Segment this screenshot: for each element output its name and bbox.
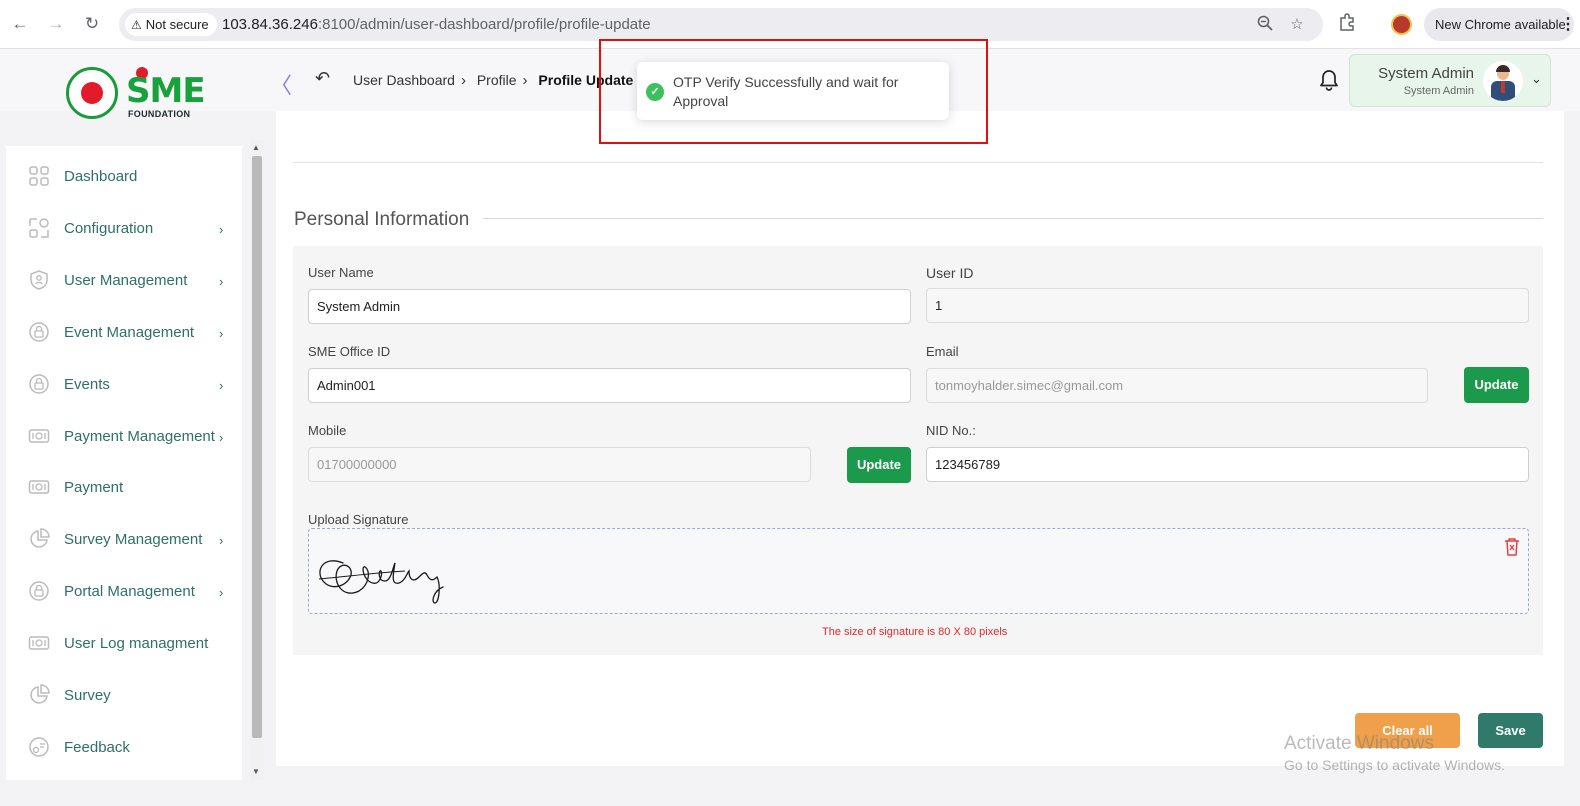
bookmark-star-icon[interactable]: ☆ bbox=[1287, 15, 1307, 35]
sidebar-scroll-thumb[interactable] bbox=[252, 156, 262, 738]
scroll-down-icon[interactable]: ▼ bbox=[252, 767, 260, 776]
highlight-annotation bbox=[599, 39, 988, 144]
lock-circle-icon bbox=[28, 373, 50, 395]
money-icon bbox=[28, 632, 50, 654]
mobile-label: Mobile bbox=[308, 423, 347, 438]
chevron-right-icon: › bbox=[219, 429, 224, 445]
breadcrumb-profile[interactable]: Profile bbox=[477, 72, 517, 88]
sidebar-item-dashboard[interactable]: Dashboard bbox=[6, 155, 242, 195]
user-id-input[interactable]: 1 bbox=[926, 288, 1529, 323]
sidebar-item-survey-management[interactable]: Survey Management › bbox=[6, 518, 242, 558]
sidebar-item-payment[interactable]: Payment bbox=[6, 466, 242, 506]
sidebar-collapse-icon[interactable]: 〈 bbox=[270, 68, 292, 100]
breadcrumb-user-dashboard[interactable]: User Dashboard bbox=[353, 72, 455, 88]
chevron-right-icon: › bbox=[219, 273, 224, 289]
sidebar-item-label: Events bbox=[64, 375, 110, 393]
signature-size-note: The size of signature is 80 X 80 pixels bbox=[822, 626, 1008, 638]
email-label: Email bbox=[926, 344, 959, 359]
chevron-right-icon: › bbox=[522, 72, 528, 89]
sme-office-id-label: SME Office ID bbox=[308, 344, 391, 359]
url-text[interactable]: 103.84.36.246:8100/admin/user-dashboard/… bbox=[222, 16, 651, 33]
sidebar-item-user-management[interactable]: User Management › bbox=[6, 259, 242, 299]
divider bbox=[293, 162, 1543, 163]
avatar bbox=[1483, 61, 1523, 101]
sidebar-item-user-log-managment[interactable]: User Log managment bbox=[6, 622, 242, 662]
sidebar-item-survey[interactable]: Survey bbox=[6, 674, 242, 714]
chevron-right-icon: › bbox=[460, 72, 466, 89]
reload-icon[interactable]: ↻ bbox=[80, 12, 104, 36]
sidebar: Dashboard Configuration › User Management › E… bbox=[6, 146, 242, 780]
user-id-label: User ID bbox=[926, 265, 974, 281]
shapes-icon bbox=[28, 217, 50, 239]
sidebar-item-label: Payment bbox=[64, 479, 124, 497]
nid-label: NID No.: bbox=[926, 423, 976, 438]
sidebar-item-label: Feedback bbox=[64, 738, 130, 756]
money-icon bbox=[28, 476, 50, 498]
save-button[interactable]: Save bbox=[1478, 713, 1543, 748]
sidebar-item-label: Portal Management bbox=[64, 583, 195, 601]
upload-signature-label: Upload Signature bbox=[308, 512, 409, 527]
chevron-down-icon[interactable]: ⌄ bbox=[1531, 71, 1542, 87]
security-chip[interactable]: ⚠ Not secure bbox=[125, 13, 217, 36]
signature-upload-dropzone[interactable] bbox=[308, 528, 1529, 614]
sidebar-item-label: Event Management bbox=[64, 323, 195, 341]
pie-chart-icon bbox=[28, 528, 50, 550]
sidebar-item-portal-management[interactable]: Portal Management › bbox=[6, 570, 242, 610]
update-mobile-button[interactable]: Update bbox=[847, 447, 911, 483]
chevron-right-icon: › bbox=[219, 325, 224, 341]
address-bar[interactable]: ⚠ Not secure 103.84.36.246:8100/admin/use… bbox=[119, 8, 1323, 41]
sidebar-item-events[interactable]: Events › bbox=[6, 363, 242, 403]
warning-icon: ⚠ bbox=[131, 18, 142, 32]
sidebar-item-feedback[interactable]: Feedback bbox=[6, 726, 242, 766]
nid-input[interactable]: 123456789 bbox=[926, 447, 1529, 482]
delete-trash-icon[interactable] bbox=[1503, 537, 1521, 557]
government-emblem-icon bbox=[66, 67, 118, 119]
chevron-right-icon: › bbox=[219, 585, 224, 601]
sidebar-item-label: Survey bbox=[64, 687, 111, 704]
user-name-input[interactable]: System Admin bbox=[308, 289, 911, 324]
email-input[interactable]: tonmoyhalder.simec@gmail.com bbox=[926, 368, 1428, 403]
browser-menu-icon[interactable]: ⋮ bbox=[1560, 14, 1576, 34]
sidebar-item-label: Dashboard bbox=[64, 168, 138, 185]
signature-image bbox=[318, 560, 444, 604]
forward-arrow-icon[interactable]: → bbox=[44, 12, 68, 36]
sme-office-id-input[interactable]: Admin001 bbox=[308, 368, 911, 403]
user-name-label: User Name bbox=[308, 265, 374, 280]
undo-back-icon[interactable]: ↶ bbox=[315, 68, 330, 89]
divider bbox=[483, 218, 1543, 219]
windows-activation-hint: Go to Settings to activate Windows. bbox=[1284, 757, 1505, 773]
feedback-icon bbox=[28, 736, 50, 758]
sidebar-item-label: User Log managment bbox=[64, 635, 209, 653]
windows-activation-watermark: Activate Windows bbox=[1284, 733, 1434, 754]
money-icon bbox=[28, 425, 50, 447]
section-title: Personal Information bbox=[294, 209, 470, 230]
chevron-right-icon: › bbox=[219, 377, 224, 393]
sidebar-item-label: Configuration bbox=[64, 219, 154, 237]
pie-chart-icon bbox=[28, 684, 50, 706]
profile-avatar-icon[interactable] bbox=[1391, 14, 1412, 35]
sidebar-item-configuration[interactable]: Configuration › bbox=[6, 207, 242, 247]
new-chrome-available-button[interactable]: New Chrome available bbox=[1424, 8, 1574, 41]
scroll-up-icon[interactable]: ▲ bbox=[252, 143, 260, 152]
sidebar-item-label: Survey Management bbox=[64, 531, 203, 549]
sidebar-item-payment-management[interactable]: Payment Management › bbox=[6, 415, 242, 455]
chevron-right-icon: › bbox=[219, 221, 224, 237]
sme-foundation-logo[interactable]: SME FOUNDATION bbox=[66, 65, 206, 121]
user-menu[interactable]: System Admin System Admin ⌄ bbox=[1349, 54, 1551, 107]
sidebar-item-label: User Management bbox=[64, 271, 188, 289]
sidebar-item-label: Payment Management bbox=[64, 427, 215, 445]
extensions-icon[interactable] bbox=[1338, 13, 1360, 35]
lock-circle-icon bbox=[28, 580, 50, 602]
back-arrow-icon[interactable]: ← bbox=[8, 12, 32, 36]
sidebar-item-event-management[interactable]: Event Management › bbox=[6, 311, 242, 351]
grid-icon bbox=[28, 165, 50, 187]
shield-user-icon bbox=[28, 269, 50, 291]
mobile-input[interactable]: 01700000000 bbox=[308, 447, 811, 482]
breadcrumb: User Dashboard › Profile › Profile Update bbox=[353, 72, 637, 89]
chevron-right-icon: › bbox=[219, 533, 224, 549]
lock-circle-icon bbox=[28, 321, 50, 343]
notification-bell-icon[interactable] bbox=[1318, 68, 1340, 92]
zoom-icon[interactable] bbox=[1255, 15, 1275, 35]
update-email-button[interactable]: Update bbox=[1464, 367, 1529, 403]
